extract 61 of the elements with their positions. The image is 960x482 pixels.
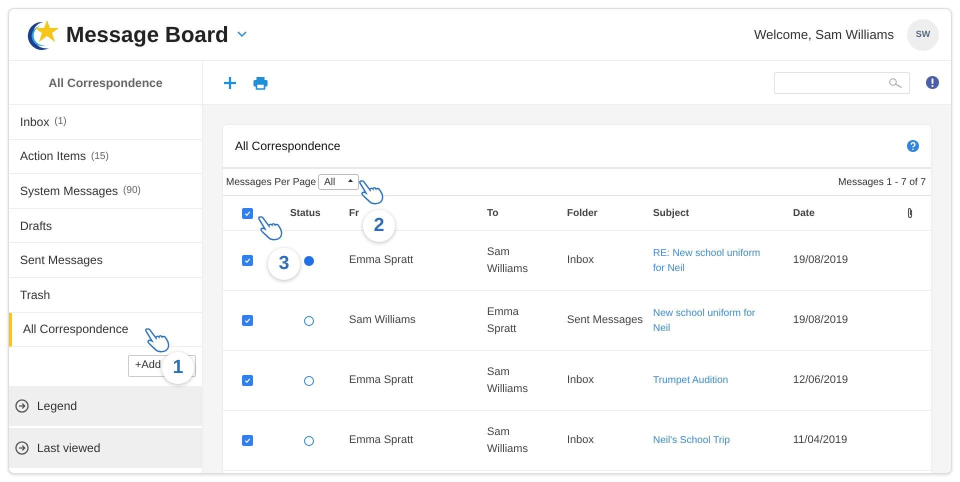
table-cell-text: Sent Messages (567, 313, 644, 328)
column-header[interactable]: Status (273, 206, 349, 220)
table-cell-text: Inbox (567, 433, 595, 448)
table-cell-text: Emma Spratt (349, 433, 414, 448)
table-cell-text: 19/08/2019 (793, 253, 850, 268)
per-page-dropdown[interactable]: All (318, 174, 360, 190)
alert-icon[interactable] (926, 76, 939, 89)
sidebar-item[interactable]: Inbox (1) (9, 105, 202, 140)
checkbox[interactable] (242, 208, 253, 218)
sidebar-item[interactable]: Action Items (15) (9, 140, 202, 174)
hand-cursor-icon (356, 177, 386, 207)
plus-icon[interactable] (223, 76, 237, 90)
chevron-down-icon[interactable] (236, 31, 247, 38)
checkmark-icon (244, 437, 251, 444)
table-cell-text: 12/06/2019 (793, 373, 850, 388)
checkbox[interactable] (242, 375, 253, 386)
checkbox[interactable] (242, 255, 253, 266)
collapsible-panel[interactable]: Last viewed (9, 428, 202, 468)
search-field[interactable] (774, 72, 910, 94)
collapsible-panel[interactable]: Legend (9, 386, 202, 426)
table-cell-text: Sam Williams (487, 364, 529, 396)
column-header[interactable]: Subject (653, 206, 793, 220)
table-cell-text: Emma Spratt (349, 253, 414, 268)
paperclip-icon (907, 207, 913, 219)
checkmark-icon (244, 257, 251, 264)
sidebar-item[interactable]: Drafts (9, 208, 202, 244)
table-cell-text: Sam Williams (487, 244, 529, 276)
welcome-text: Welcome, Sam Williams (754, 26, 894, 44)
table-cell-text: Emma Spratt (349, 373, 414, 388)
table-cell-text: Inbox (567, 373, 595, 388)
checkmark-icon (244, 210, 251, 216)
card-title: All Correspondence (235, 138, 340, 155)
arrow-circle-icon (15, 399, 29, 414)
table-cell-text: 11/04/2019 (793, 433, 848, 448)
column-header[interactable]: To (487, 206, 567, 220)
help-icon[interactable] (907, 140, 919, 152)
hand-cursor-icon (255, 213, 285, 243)
column-header[interactable]: Date (793, 206, 888, 220)
sidebar-item[interactable]: Trash (9, 278, 202, 313)
checkbox[interactable] (242, 315, 253, 326)
checkmark-icon (244, 377, 251, 384)
table-cell-text: 19/08/2019 (793, 313, 850, 328)
table-cell-text: Inbox (567, 253, 595, 268)
arrow-circle-icon (15, 441, 29, 456)
column-header[interactable]: Folder (567, 206, 653, 220)
table-cell-text: Emma Spratt (487, 304, 520, 336)
checkbox[interactable] (242, 435, 253, 446)
table-cell-text: Sam Williams (487, 424, 529, 456)
sidebar-item[interactable]: System Messages (90) (9, 174, 202, 209)
sidebar-title: All Correspondence (48, 74, 163, 92)
hand-cursor-icon (142, 325, 172, 355)
sidebar-item[interactable]: Sent Messages (9, 243, 202, 278)
search-icon (888, 78, 904, 88)
avatar[interactable]: SW (907, 18, 939, 50)
per-page-label: Messages Per Page (226, 176, 316, 190)
table-cell-text: Sam Williams (349, 313, 417, 328)
print-icon[interactable] (253, 76, 268, 90)
message-range-text: Messages 1 - 7 of 7 (838, 176, 927, 190)
caret-icon (348, 179, 354, 185)
checkmark-icon (244, 317, 251, 324)
app-title: Message Board (66, 21, 229, 49)
